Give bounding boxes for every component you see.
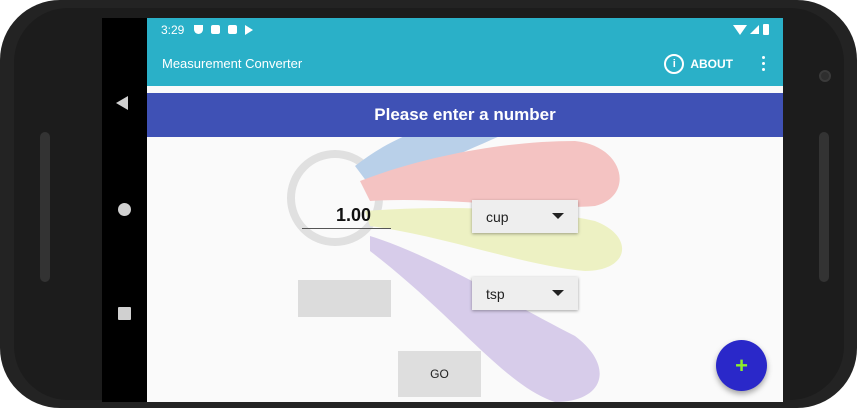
app-title: Measurement Converter	[162, 56, 303, 71]
go-button[interactable]: GO	[398, 351, 481, 397]
result-field	[298, 280, 391, 317]
back-icon[interactable]	[116, 96, 128, 110]
phone-frame: 3:29 Measurement Converter i ABOUT Pleas…	[0, 0, 857, 408]
shield-icon	[194, 25, 204, 34]
sd-card-icon	[228, 25, 238, 34]
info-icon: i	[664, 53, 685, 74]
speaker-grille-left	[40, 132, 50, 282]
prompt-banner: Please enter a number	[147, 93, 783, 137]
app-screen: 3:29 Measurement Converter i ABOUT Pleas…	[147, 18, 783, 402]
from-unit-value: cup	[486, 208, 509, 225]
recents-icon[interactable]	[118, 307, 131, 320]
play-store-icon	[245, 24, 254, 35]
dropdown-arrow-icon	[552, 290, 564, 296]
signal-icon	[750, 25, 759, 34]
overflow-menu-icon[interactable]	[751, 56, 775, 71]
status-time: 3:29	[161, 22, 185, 37]
speaker-grille-right	[819, 132, 829, 282]
app-bar: Measurement Converter i ABOUT	[147, 41, 783, 86]
front-camera	[819, 70, 831, 82]
dropdown-arrow-icon	[552, 213, 564, 219]
converter-content: Please enter a number cup tsp GO +	[147, 86, 783, 402]
home-icon[interactable]	[118, 203, 131, 216]
status-right-icons	[733, 24, 769, 35]
status-bar: 3:29	[147, 18, 783, 41]
navigation-bar	[102, 18, 147, 402]
add-fab-button[interactable]: +	[716, 340, 767, 391]
plus-icon: +	[735, 352, 748, 378]
number-input[interactable]	[302, 202, 391, 229]
to-unit-dropdown[interactable]: tsp	[472, 277, 578, 310]
about-button[interactable]: i ABOUT	[664, 53, 733, 74]
wifi-icon	[733, 24, 747, 35]
battery-icon	[763, 24, 769, 35]
to-unit-value: tsp	[486, 285, 505, 302]
photo-icon	[211, 25, 221, 34]
from-unit-dropdown[interactable]: cup	[472, 200, 578, 233]
about-label: ABOUT	[690, 56, 733, 71]
